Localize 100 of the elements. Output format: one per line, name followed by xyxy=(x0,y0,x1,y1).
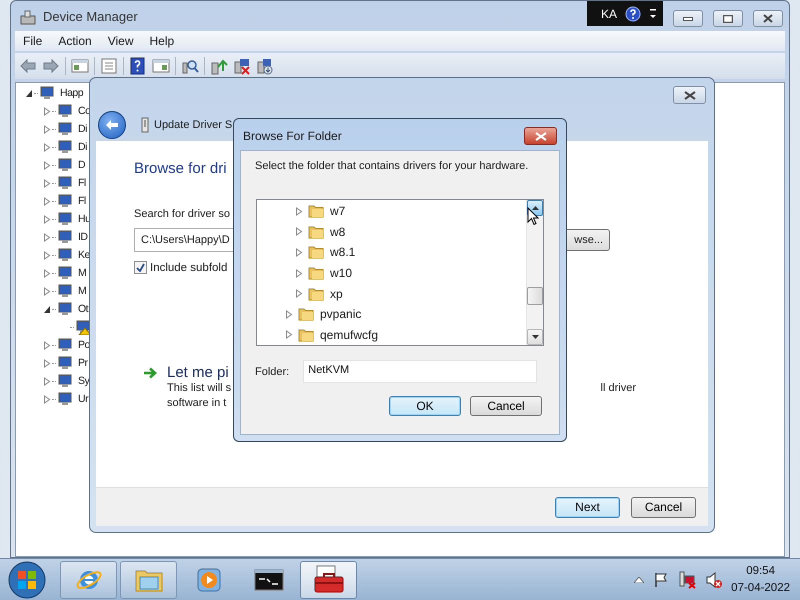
maximize-button[interactable] xyxy=(713,10,743,27)
expand-arrow-icon[interactable] xyxy=(42,358,52,368)
pane-icon[interactable] xyxy=(152,57,170,75)
properties-icon[interactable] xyxy=(100,57,118,75)
expand-arrow-icon[interactable] xyxy=(42,340,52,350)
expand-arrow-icon[interactable] xyxy=(42,196,52,206)
checkbox-label[interactable]: Include subfold xyxy=(150,262,228,274)
expand-arrow-icon[interactable] xyxy=(42,106,52,116)
folder-tree[interactable]: w7 w8 w8.1 w10 xp pvpanic qemufwcfg xyxy=(256,199,544,346)
taskbar-button[interactable] xyxy=(300,560,357,598)
expand-arrow-icon[interactable] xyxy=(294,206,304,216)
tree-item-label[interactable]: Ur xyxy=(78,393,88,405)
expand-arrow-icon[interactable] xyxy=(42,214,52,224)
tree-item-label[interactable]: Pr xyxy=(78,357,88,369)
folder-name[interactable]: pvpanic xyxy=(320,307,362,322)
close-icon xyxy=(534,132,546,140)
folder-name[interactable]: xp xyxy=(330,286,343,301)
close-button[interactable] xyxy=(753,10,783,27)
expand-arrow-icon[interactable] xyxy=(42,178,52,188)
muted-speaker-icon[interactable] xyxy=(705,570,724,588)
close-button[interactable] xyxy=(524,127,557,145)
expand-arrow-icon[interactable] xyxy=(42,376,52,386)
expand-arrow-icon[interactable] xyxy=(294,227,304,236)
folder-name[interactable]: w8.1 xyxy=(330,245,356,260)
expand-arrow-icon[interactable] xyxy=(42,232,52,242)
device-icon xyxy=(56,337,74,353)
expand-arrow-icon[interactable] xyxy=(42,142,52,152)
tree-item-label[interactable]: M xyxy=(78,267,86,279)
folder-icon xyxy=(308,265,324,282)
flag-icon[interactable] xyxy=(653,572,670,588)
scrollbar-thumb[interactable] xyxy=(527,287,543,305)
expand-arrow-icon[interactable] xyxy=(42,250,52,260)
folder-icon xyxy=(308,224,324,240)
checkbox[interactable] xyxy=(134,261,147,274)
help-icon[interactable] xyxy=(129,57,147,75)
network-icon[interactable] xyxy=(678,570,696,588)
folder-name[interactable]: w7 xyxy=(330,204,346,218)
expand-arrow-icon[interactable] xyxy=(42,394,52,404)
dialog-button[interactable]: OK xyxy=(389,396,461,416)
folder-name[interactable]: w10 xyxy=(330,266,352,280)
instruction-text: Select the folder that contains drivers for your hardware. xyxy=(255,160,530,172)
tree-item-label[interactable]: D xyxy=(78,159,86,171)
collapse-arrow-icon[interactable] xyxy=(24,88,34,98)
expand-arrow-icon[interactable] xyxy=(42,268,52,278)
disable-device-icon[interactable] xyxy=(256,57,274,75)
tree-item-label[interactable]: Happ xyxy=(60,87,84,99)
expand-arrow-icon[interactable] xyxy=(42,286,52,296)
tree-item-label[interactable]: Di xyxy=(78,123,87,135)
folder-name[interactable]: qemufwcfg xyxy=(320,328,378,342)
back-arrow-icon[interactable] xyxy=(19,57,37,75)
expand-arrow-icon[interactable] xyxy=(294,289,304,298)
options-icon[interactable] xyxy=(649,6,657,20)
scroll-down-button[interactable] xyxy=(527,329,543,345)
expand-arrow-icon[interactable] xyxy=(284,330,294,340)
menu-item[interactable]: File xyxy=(15,34,50,48)
minimize-button[interactable] xyxy=(673,10,703,27)
menu-item[interactable]: Action xyxy=(50,34,100,48)
option-link[interactable]: Let me pi xyxy=(167,364,229,381)
device-icon xyxy=(140,116,150,132)
update-driver-icon[interactable] xyxy=(210,57,228,75)
language-bar[interactable]: KA xyxy=(586,1,663,26)
uninstall-icon[interactable] xyxy=(233,57,251,75)
collapse-arrow-icon[interactable] xyxy=(42,304,52,314)
back-button[interactable] xyxy=(98,110,126,138)
help-icon[interactable] xyxy=(625,6,641,22)
menu-item[interactable]: View xyxy=(100,34,142,48)
tree-item-label[interactable]: Fl xyxy=(78,177,86,189)
pane-icon[interactable] xyxy=(71,57,89,75)
clock-time[interactable]: 09:54 xyxy=(746,562,775,580)
menu-item[interactable]: Help xyxy=(142,34,182,48)
language-label[interactable]: KA xyxy=(600,6,617,20)
tree-item-label[interactable]: M xyxy=(78,285,86,297)
browse-button[interactable]: wse... xyxy=(567,229,610,251)
folder-name[interactable]: w8 xyxy=(330,224,346,239)
tree-item-label[interactable]: Sy xyxy=(78,375,90,387)
arrow-icon xyxy=(143,366,157,378)
wizard-heading: Browse for dri xyxy=(134,160,227,178)
option-description: software in t xyxy=(167,396,226,411)
clock-date[interactable]: 07-04-2022 xyxy=(731,580,790,596)
expand-arrow-icon[interactable] xyxy=(42,160,52,170)
tree-item-label[interactable]: Ot xyxy=(78,303,88,315)
tree-item-label[interactable]: Di xyxy=(78,141,87,153)
expand-arrow-icon[interactable] xyxy=(284,310,294,319)
dialog-button[interactable]: Cancel xyxy=(470,396,542,416)
option-description: ll driver xyxy=(600,381,636,396)
expand-arrow-icon[interactable] xyxy=(42,124,52,134)
dialog-button[interactable]: Next xyxy=(555,496,620,518)
folder-field[interactable]: NetKVM xyxy=(303,360,538,383)
expand-arrow-icon[interactable] xyxy=(294,248,304,257)
forward-arrow-icon[interactable] xyxy=(42,57,60,75)
caret-icon[interactable] xyxy=(634,576,644,582)
cursor-icon xyxy=(527,207,539,226)
folder-icon xyxy=(308,203,324,220)
dialog-button[interactable]: Cancel xyxy=(631,496,696,518)
close-button[interactable] xyxy=(673,86,706,104)
device-icon xyxy=(56,211,74,227)
start-button[interactable] xyxy=(6,560,48,600)
expand-arrow-icon[interactable] xyxy=(294,268,304,278)
tree-item-label[interactable]: Fl xyxy=(78,195,86,207)
tree-item-label[interactable]: ID xyxy=(78,231,88,243)
